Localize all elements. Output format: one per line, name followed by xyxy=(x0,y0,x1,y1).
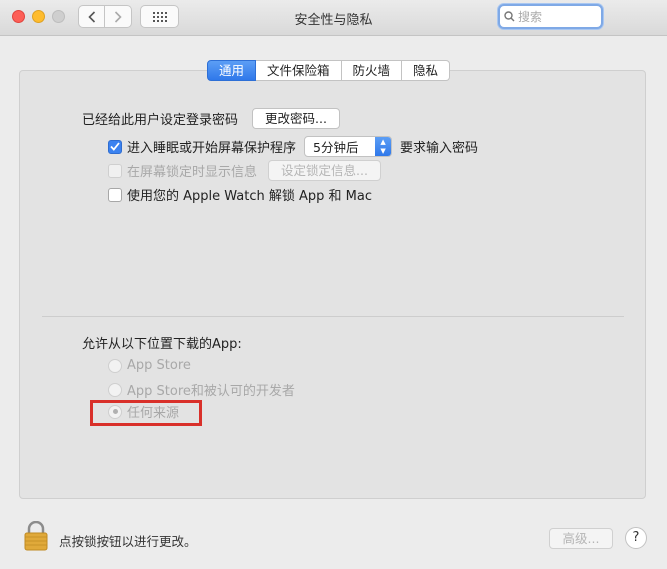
require-password-checkbox[interactable] xyxy=(108,139,122,154)
general-panel: 已经给此用户设定登录密码 更改密码... 进入睡眠或开始屏幕保护程序 5分钟后 … xyxy=(19,70,646,499)
password-delay-select[interactable]: 5分钟后 ▲ ▼ xyxy=(304,136,393,157)
radio-app-store-label: App Store xyxy=(127,358,191,373)
apple-watch-unlock-checkbox[interactable] xyxy=(108,187,122,202)
search-icon xyxy=(504,11,515,22)
tab-filevault[interactable]: 文件保险箱 xyxy=(256,60,342,81)
lock-button[interactable] xyxy=(24,520,48,555)
search-field[interactable] xyxy=(498,4,603,29)
radio-app-store-identified-label: App Store和被认可的开发者 xyxy=(127,384,295,399)
tab-general[interactable]: 通用 xyxy=(207,60,257,81)
section-divider xyxy=(42,316,624,317)
tab-bar: 通用 文件保险箱 防火墙 隐私 xyxy=(207,60,451,81)
highlight-box xyxy=(90,400,202,426)
updown-arrows-icon: ▲ ▼ xyxy=(375,137,392,156)
show-message-label: 在屏幕锁定时显示信息 xyxy=(127,165,258,180)
downloads-heading: 允许从以下位置下载的App: xyxy=(82,337,242,352)
search-input[interactable] xyxy=(518,9,598,24)
require-password-label: 进入睡眠或开始屏幕保护程序 xyxy=(127,141,297,156)
security-privacy-window: 安全性与隐私 已经给此用户设定登录密码 更改密码... 进入睡眠或开始屏幕保护程… xyxy=(0,0,667,569)
advanced-button[interactable]: 高级... xyxy=(549,528,613,549)
lock-hint-text: 点按锁按钮以进行更改。 xyxy=(59,534,197,549)
password-set-label: 已经给此用户设定登录密码 xyxy=(82,113,239,128)
checkmark-icon xyxy=(110,142,120,151)
apple-watch-unlock-label: 使用您的 Apple Watch 解锁 App 和 Mac xyxy=(127,189,373,204)
tab-privacy[interactable]: 隐私 xyxy=(402,60,451,81)
title-bar: 安全性与隐私 xyxy=(0,0,667,36)
help-button[interactable]: ? xyxy=(625,527,647,549)
lock-icon xyxy=(24,520,48,551)
set-lock-message-button[interactable]: 设定锁定信息... xyxy=(268,160,381,181)
require-password-suffix: 要求输入密码 xyxy=(400,141,479,156)
radio-app-store[interactable] xyxy=(108,358,122,373)
show-message-checkbox[interactable] xyxy=(108,163,122,178)
change-password-button[interactable]: 更改密码... xyxy=(252,108,340,129)
password-delay-value: 5分钟后 xyxy=(313,140,359,155)
tab-firewall[interactable]: 防火墙 xyxy=(341,60,403,81)
radio-app-store-identified[interactable] xyxy=(108,382,122,397)
